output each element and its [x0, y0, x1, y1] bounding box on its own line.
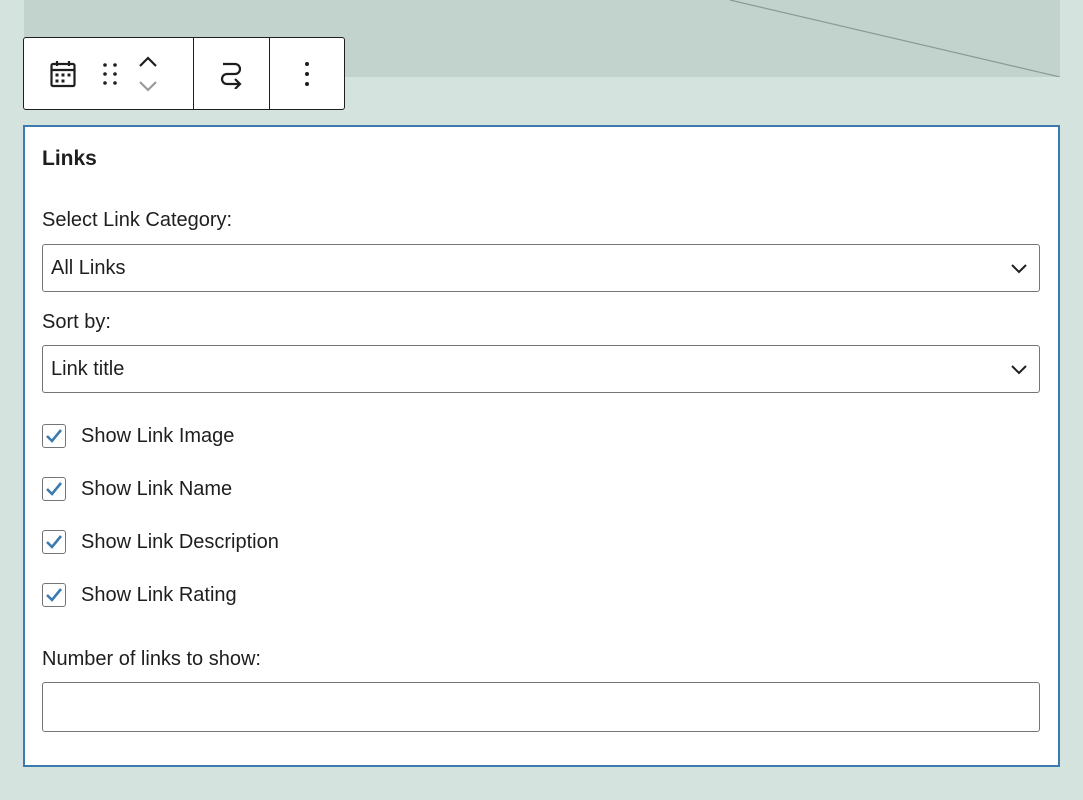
toolbar-group-block — [24, 38, 193, 109]
category-label: Select Link Category: — [42, 209, 233, 231]
category-select-value: All Links — [51, 256, 126, 279]
checkmark-icon — [46, 535, 63, 549]
checkbox[interactable] — [42, 477, 66, 501]
more-vertical-icon[interactable] — [303, 61, 311, 87]
checkbox-label: Show Link Description — [81, 530, 279, 553]
checkbox[interactable] — [42, 583, 66, 607]
checkmark-icon — [46, 588, 63, 602]
chevron-down-icon — [1009, 258, 1029, 284]
checkbox[interactable] — [42, 424, 66, 448]
links-widget-panel: Links Select Link Category: All Links So… — [23, 125, 1060, 767]
chevron-down-icon[interactable] — [137, 74, 159, 98]
block-movers — [137, 50, 159, 98]
show-link-name-option[interactable]: Show Link Name — [42, 476, 232, 502]
calendar-icon[interactable] — [48, 54, 78, 94]
toolbar-group-options — [268, 38, 345, 109]
show-link-image-option[interactable]: Show Link Image — [42, 423, 234, 449]
checkbox[interactable] — [42, 530, 66, 554]
number-of-links-label: Number of links to show: — [42, 648, 261, 670]
toolbar-group-transform — [193, 38, 269, 109]
chevron-down-icon — [1009, 359, 1029, 385]
block-toolbar — [23, 37, 345, 110]
show-link-description-option[interactable]: Show Link Description — [42, 529, 279, 555]
sort-select[interactable]: Link title — [42, 345, 1040, 393]
checkmark-icon — [46, 429, 63, 443]
show-link-rating-option[interactable]: Show Link Rating — [42, 582, 237, 608]
checkmark-icon — [46, 482, 63, 496]
loop-arrow-icon[interactable] — [217, 59, 245, 89]
checkbox-label: Show Link Image — [81, 424, 235, 447]
category-select[interactable]: All Links — [42, 244, 1040, 292]
checkbox-label: Show Link Rating — [81, 583, 237, 606]
sort-select-value: Link title — [51, 357, 125, 380]
drag-handle-icon[interactable] — [95, 54, 125, 94]
checkbox-label: Show Link Name — [81, 477, 233, 500]
sort-label: Sort by: — [42, 311, 111, 333]
number-of-links-input[interactable] — [42, 682, 1040, 732]
chevron-up-icon[interactable] — [137, 50, 159, 74]
panel-title: Links — [42, 147, 97, 170]
